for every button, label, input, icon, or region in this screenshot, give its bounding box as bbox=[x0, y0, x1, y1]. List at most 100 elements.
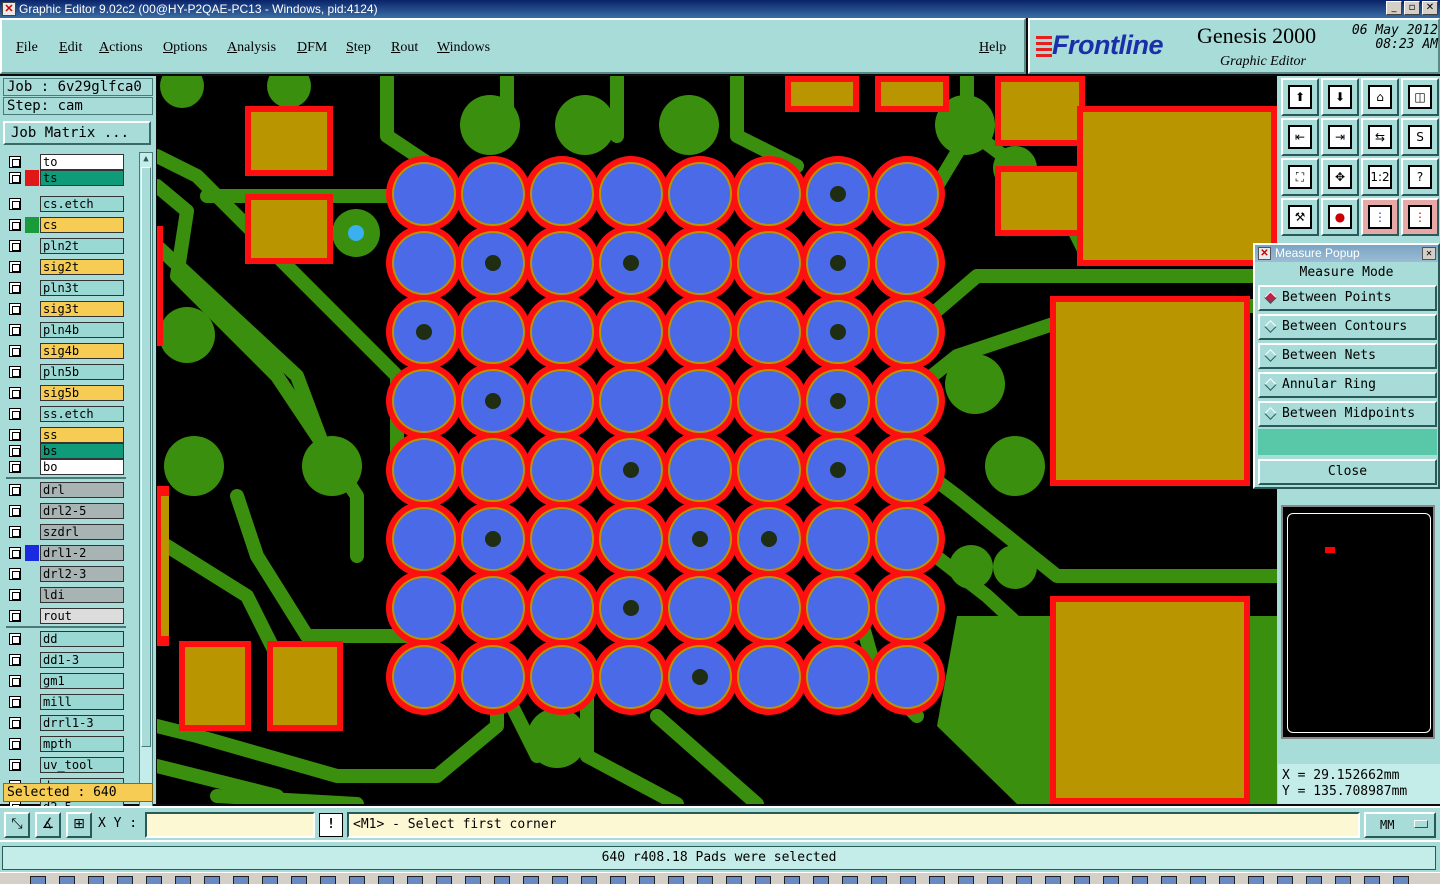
bga-pad[interactable] bbox=[739, 647, 799, 707]
taskbar-app-icon[interactable] bbox=[175, 876, 191, 884]
bga-pad[interactable] bbox=[877, 578, 937, 638]
measure-mode-button[interactable]: ⋮ bbox=[1401, 198, 1439, 236]
minimize-button[interactable]: _ bbox=[1386, 1, 1402, 15]
layer-checkbox[interactable] bbox=[9, 654, 21, 666]
taskbar-app-icon[interactable] bbox=[1393, 876, 1409, 884]
layer-checkbox[interactable] bbox=[9, 526, 21, 538]
bga-pad[interactable] bbox=[670, 233, 730, 293]
taskbar-app-icon[interactable] bbox=[1219, 876, 1235, 884]
bga-pad[interactable] bbox=[601, 164, 661, 224]
bga-pad[interactable] bbox=[394, 509, 454, 569]
bga-pad[interactable] bbox=[877, 440, 937, 500]
menu-rout[interactable]: Rout bbox=[391, 40, 418, 56]
overview-map[interactable] bbox=[1281, 505, 1435, 739]
snap-mode-button[interactable]: ⤡ bbox=[4, 812, 30, 838]
bga-pad[interactable] bbox=[670, 164, 730, 224]
bga-pad[interactable] bbox=[463, 302, 523, 362]
layer-row[interactable]: dd bbox=[4, 631, 126, 647]
layer-checkbox[interactable] bbox=[9, 589, 21, 601]
layer-checkbox[interactable] bbox=[9, 387, 21, 399]
bga-pad[interactable] bbox=[463, 647, 523, 707]
bga-pad[interactable] bbox=[739, 371, 799, 431]
taskbar-app-icon[interactable] bbox=[523, 876, 539, 884]
menu-actions[interactable]: Actions bbox=[99, 40, 143, 56]
layer-row[interactable]: ldi bbox=[4, 587, 126, 603]
taskbar-app-icon[interactable] bbox=[262, 876, 278, 884]
layer-row[interactable]: sig2t bbox=[4, 259, 126, 275]
taskbar-app-icon[interactable] bbox=[784, 876, 800, 884]
zoom-center-button[interactable]: ✥ bbox=[1321, 158, 1359, 196]
layer-row[interactable]: pln5b bbox=[4, 364, 126, 380]
bga-pad[interactable] bbox=[877, 233, 937, 293]
layer-row[interactable]: bo bbox=[4, 459, 126, 475]
layer-checkbox[interactable] bbox=[9, 172, 21, 184]
layer-row[interactable]: drl2-3 bbox=[4, 566, 126, 582]
taskbar-app-icon[interactable] bbox=[30, 876, 46, 884]
bga-pad[interactable] bbox=[532, 509, 592, 569]
bga-pad[interactable] bbox=[670, 440, 730, 500]
bga-pad[interactable] bbox=[877, 509, 937, 569]
layer-checkbox[interactable] bbox=[9, 696, 21, 708]
bga-pad[interactable] bbox=[877, 302, 937, 362]
grid-mode-button[interactable]: ⊞ bbox=[66, 812, 92, 838]
scroll-thumb[interactable] bbox=[141, 167, 151, 747]
option-between-contours[interactable]: Between Contours bbox=[1258, 314, 1437, 340]
taskbar-app-icon[interactable] bbox=[407, 876, 423, 884]
menu-help[interactable]: Help bbox=[979, 40, 1006, 56]
taskbar-app-icon[interactable] bbox=[378, 876, 394, 884]
angle-mode-button[interactable]: ∡ bbox=[35, 812, 61, 838]
taskbar-app-icon[interactable] bbox=[494, 876, 510, 884]
bga-pad[interactable] bbox=[532, 578, 592, 638]
close-icon[interactable]: ✕ bbox=[1422, 247, 1436, 260]
taskbar-app-icon[interactable] bbox=[1132, 876, 1148, 884]
menu-options[interactable]: Options bbox=[163, 40, 207, 56]
bga-pad[interactable] bbox=[601, 647, 661, 707]
layer-checkbox[interactable] bbox=[9, 240, 21, 252]
bga-pad[interactable] bbox=[532, 440, 592, 500]
layer-row[interactable]: sig5b bbox=[4, 385, 126, 401]
layer-row[interactable]: to bbox=[4, 154, 126, 170]
bga-pad[interactable] bbox=[463, 578, 523, 638]
option-between-midpoints[interactable]: Between Midpoints bbox=[1258, 401, 1437, 427]
taskbar-app-icon[interactable] bbox=[697, 876, 713, 884]
menu-analysis[interactable]: Analysis bbox=[227, 40, 276, 56]
taskbar-app-icon[interactable] bbox=[59, 876, 75, 884]
layer-checkbox[interactable] bbox=[9, 633, 21, 645]
layer-checkbox[interactable] bbox=[9, 261, 21, 273]
layer-checkbox[interactable] bbox=[9, 219, 21, 231]
highlighted-via[interactable] bbox=[348, 225, 364, 241]
zoom-ratio-button[interactable]: 1:2 bbox=[1361, 158, 1399, 196]
save-layer-button[interactable]: ⬇ bbox=[1321, 78, 1359, 116]
layer-checkbox[interactable] bbox=[9, 198, 21, 210]
bga-pad[interactable] bbox=[670, 302, 730, 362]
layer-row[interactable]: pln3t bbox=[4, 280, 126, 296]
job-matrix-button[interactable]: Job Matrix ... bbox=[3, 121, 151, 145]
layer-checkbox[interactable] bbox=[9, 738, 21, 750]
menu-file[interactable]: File bbox=[16, 40, 38, 56]
taskbar-app-icon[interactable] bbox=[871, 876, 887, 884]
menu-step[interactable]: Step bbox=[346, 40, 371, 56]
taskbar-app-icon[interactable] bbox=[929, 876, 945, 884]
layer-checkbox[interactable] bbox=[9, 324, 21, 336]
layer-row[interactable]: gm1 bbox=[4, 673, 126, 689]
bga-pad[interactable] bbox=[739, 440, 799, 500]
taskbar-app-icon[interactable] bbox=[465, 876, 481, 884]
bga-pad[interactable] bbox=[739, 578, 799, 638]
bga-pad[interactable] bbox=[808, 578, 868, 638]
taskbar-app-icon[interactable] bbox=[1190, 876, 1206, 884]
layer-row[interactable]: drrl1-3 bbox=[4, 715, 126, 731]
taskbar-app-icon[interactable] bbox=[117, 876, 133, 884]
taskbar-app-icon[interactable] bbox=[668, 876, 684, 884]
taskbar-app-icon[interactable] bbox=[349, 876, 365, 884]
taskbar-app-icon[interactable] bbox=[900, 876, 916, 884]
bga-pad[interactable] bbox=[877, 371, 937, 431]
taskbar-app-icon[interactable] bbox=[320, 876, 336, 884]
close-button[interactable]: Close bbox=[1258, 459, 1437, 485]
bga-pad[interactable] bbox=[739, 302, 799, 362]
layer-checkbox[interactable] bbox=[9, 345, 21, 357]
layer-row[interactable]: rout bbox=[4, 608, 126, 624]
layer-checkbox[interactable] bbox=[9, 484, 21, 496]
scroll-up-icon[interactable]: ▲ bbox=[140, 153, 152, 165]
bga-pad[interactable] bbox=[670, 371, 730, 431]
taskbar-app-icon[interactable] bbox=[842, 876, 858, 884]
